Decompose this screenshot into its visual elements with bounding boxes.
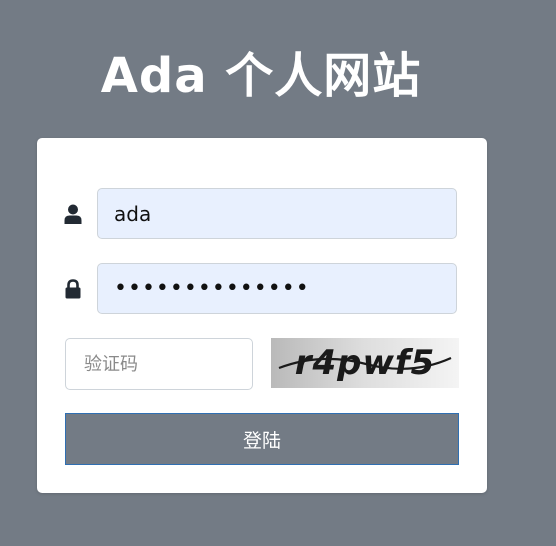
site-title: Ada 个人网站 xyxy=(100,48,422,104)
captcha-image[interactable]: r4pwf5 xyxy=(271,338,459,388)
user-icon xyxy=(64,204,82,224)
captcha-input[interactable] xyxy=(65,338,253,390)
lock-icon xyxy=(64,279,82,299)
username-field[interactable] xyxy=(97,188,457,239)
login-button[interactable]: 登陆 xyxy=(65,413,459,465)
captcha-text: r4pwf5 xyxy=(294,343,436,383)
password-field[interactable] xyxy=(97,263,457,314)
